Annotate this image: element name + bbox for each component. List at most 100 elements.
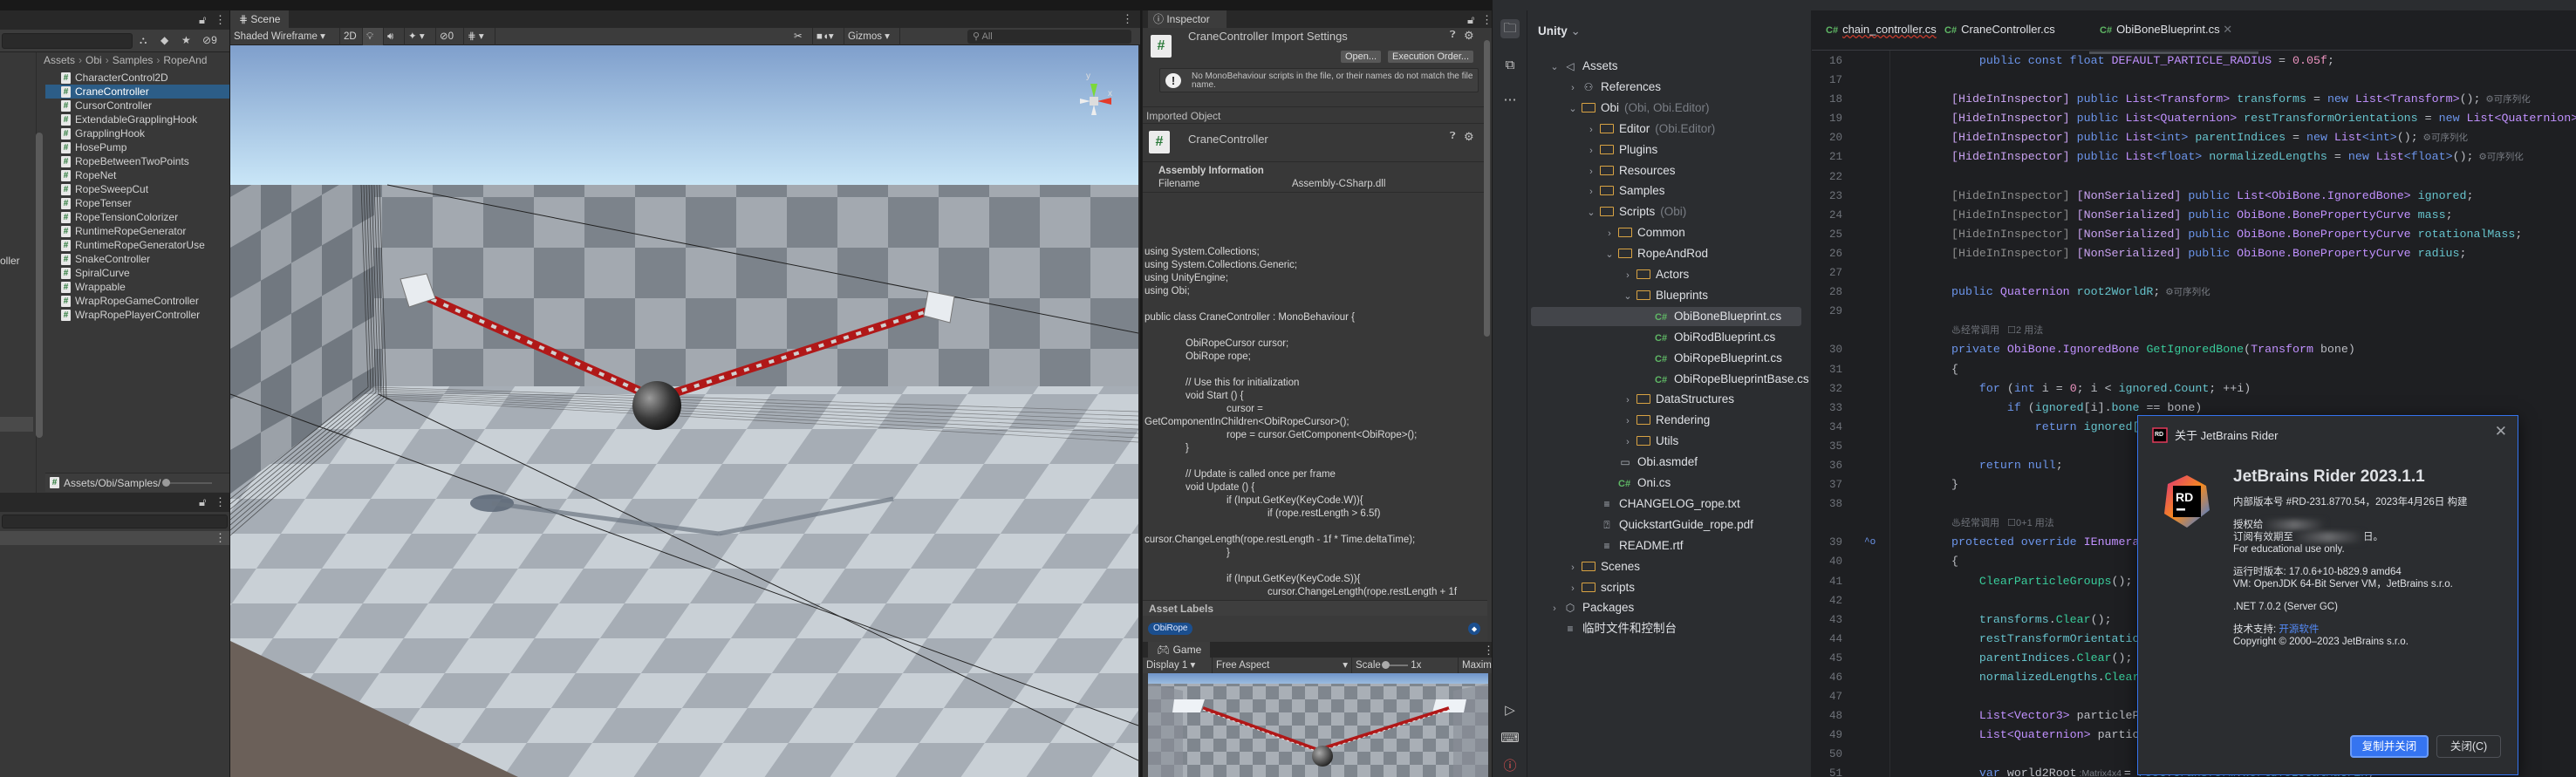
tree-item[interactable]: › ⚇ References <box>1531 78 1801 97</box>
terminal-icon[interactable]: ⌨ <box>1500 729 1520 748</box>
tree-item[interactable]: ⌄ ◁ Assets <box>1531 57 1801 76</box>
inspector-scrollbar[interactable] <box>1484 40 1490 337</box>
tree-item[interactable]: › Resources <box>1531 161 1801 181</box>
file-list-item[interactable]: # HosePump <box>45 140 229 154</box>
tag-icon[interactable]: ⬥ <box>1468 623 1480 635</box>
open-button[interactable]: Open... <box>1341 51 1382 63</box>
chevron-down-icon[interactable]: ⌄ <box>1548 58 1561 77</box>
file-list-item[interactable]: # ExtendableGrapplingHook <box>45 112 229 126</box>
more-tools-icon[interactable]: ⋯ <box>1500 91 1520 110</box>
chevron-right-icon[interactable]: › <box>1622 266 1634 285</box>
tab-inspector[interactable]: ⓘ Inspector <box>1148 10 1227 28</box>
file-list-item[interactable]: # RopeBetweenTwoPoints <box>45 154 229 168</box>
breadcrumb-item[interactable]: Obi <box>85 54 102 66</box>
chevron-right-icon[interactable]: › <box>1585 162 1597 181</box>
settings-gear-icon[interactable]: ⚙ <box>1464 130 1474 144</box>
execution-order-button[interactable]: Execution Order... <box>1388 51 1474 63</box>
tree-item[interactable]: ▭ Obi.asmdef <box>1531 453 1801 472</box>
tree-item[interactable]: ⌄ Obi (Obi, Obi.Editor) <box>1531 99 1801 118</box>
tree-item[interactable]: C# Oni.cs <box>1531 474 1801 493</box>
chevron-right-icon[interactable]: › <box>1567 558 1579 577</box>
file-list-item[interactable]: # RopeTensionColorizer <box>45 210 229 224</box>
file-list-item[interactable]: # RopeNet <box>45 168 229 182</box>
tree-item[interactable]: C# ObiRodBlueprint.cs <box>1531 328 1801 347</box>
chevron-right-icon[interactable]: › <box>1622 412 1634 431</box>
chevron-down-icon[interactable]: ⌄ <box>1603 245 1616 264</box>
tree-item[interactable]: › Editor (Obi.Editor) <box>1531 119 1801 139</box>
tools-icon[interactable]: ✂︎ <box>790 28 813 45</box>
tree-item[interactable]: ⌄ Scripts (Obi) <box>1531 202 1801 222</box>
editor-tab[interactable]: C# CraneController.cs <box>1944 23 2055 36</box>
lock-icon[interactable]: 🔓︎ <box>199 495 206 509</box>
scale-slider[interactable]: Scale 1x <box>1352 658 1459 673</box>
tree-item[interactable]: › Scenes <box>1531 557 1801 576</box>
project-search-input[interactable] <box>2 33 133 49</box>
scene-search-input[interactable]: ⚲ All <box>967 30 1131 44</box>
icon-size-slider[interactable] <box>162 478 213 487</box>
file-list-item[interactable]: # RopeTenser <box>45 196 229 210</box>
tree-item[interactable]: ≡ README.rtf <box>1531 536 1801 555</box>
audio-toggle-icon[interactable]: 🔊︎ <box>384 28 405 45</box>
chevron-right-icon[interactable]: › <box>1603 224 1616 243</box>
chevron-right-icon[interactable]: › <box>1622 391 1634 410</box>
tree-item[interactable]: ≡ CHANGELOG_rope.txt <box>1531 494 1801 514</box>
shading-mode-dropdown[interactable]: Shaded Wireframe ▾ <box>230 28 340 45</box>
open-source-link[interactable]: 开源软件 <box>2279 624 2319 635</box>
file-list-item[interactable]: # WrapRopeGameController <box>45 294 229 308</box>
chevron-right-icon[interactable]: › <box>1622 433 1634 452</box>
tree-item[interactable]: C# ObiBoneBlueprint.cs <box>1531 306 1801 326</box>
grid-toggle-icon[interactable]: ⋕ ▾ <box>464 28 495 45</box>
orientation-gizmo[interactable]: y x <box>1075 72 1113 120</box>
display-dropdown[interactable]: Display 1 ▾ <box>1143 658 1213 673</box>
aspect-dropdown[interactable]: Free Aspect ▾ <box>1213 658 1352 673</box>
favorites-star-icon[interactable]: ★ <box>181 34 191 46</box>
editor-tab[interactable]: C# ObiBoneBlueprint.cs ✕ <box>2088 23 2259 54</box>
help-icon[interactable]: ❓︎ <box>1450 131 1456 142</box>
folder-tree-selected-row[interactable] <box>0 417 33 432</box>
code-vision-hint[interactable]: ♨经常调用 ☐0+1 用法 <box>1951 518 2054 528</box>
more-menu-icon[interactable]: ⋮ <box>1122 12 1133 26</box>
toggle-2d-button[interactable]: 2D <box>340 28 363 45</box>
settings-gear-icon[interactable]: ⚙ <box>1464 29 1474 43</box>
tree-item[interactable]: ⍰ QuickstartGuide_rope.pdf <box>1531 515 1801 535</box>
chevron-down-icon[interactable]: ⌄ <box>1585 203 1597 222</box>
tree-item[interactable]: ≡ 临时文件和控制台 <box>1531 619 1801 638</box>
maximize-toggle[interactable]: Maxim <box>1459 658 1493 673</box>
file-list-item[interactable]: # RuntimeRopeGeneratorUse <box>45 238 229 252</box>
tree-item[interactable]: › DataStructures <box>1531 390 1801 409</box>
tree-item[interactable]: C# ObiRopeBlueprint.cs <box>1531 349 1801 368</box>
tab-scene[interactable]: ⋕ Scene <box>230 10 290 28</box>
chevron-down-icon[interactable]: ⌄ <box>1622 287 1634 306</box>
file-list-item[interactable]: # WrapRopePlayerController <box>45 308 229 322</box>
tree-item[interactable]: C# ObiRopeBlueprintBase.cs <box>1531 370 1809 389</box>
project-folder-icon[interactable]: 🗀 <box>1500 19 1520 38</box>
more-menu-icon[interactable]: ⋮ <box>215 531 226 545</box>
create-filter-icon[interactable]: ⛬ <box>140 34 147 47</box>
asset-label-chip[interactable]: ObiRope <box>1148 623 1193 635</box>
tree-item[interactable]: › scripts <box>1531 578 1801 597</box>
chevron-right-icon[interactable]: › <box>1585 120 1597 140</box>
code-vision-hint[interactable]: ♨经常调用 ☐2 用法 <box>1951 325 2043 336</box>
scene-render[interactable] <box>230 45 1138 777</box>
folder-tree-scrollbar[interactable] <box>36 133 43 438</box>
chevron-right-icon[interactable]: › <box>1548 599 1561 618</box>
chevron-right-icon[interactable]: › <box>1585 182 1597 201</box>
editor-tab[interactable]: C# chain_controller.cs <box>1826 23 1937 36</box>
tree-item[interactable]: › ⬡ Packages <box>1531 598 1801 617</box>
lock-icon[interactable]: 🔓︎ <box>199 13 206 27</box>
scene-viewport[interactable]: y x <box>230 45 1138 777</box>
file-list-item[interactable]: # RuntimeRopeGenerator <box>45 224 229 238</box>
structure-icon[interactable]: ⧉ <box>1500 56 1520 75</box>
tree-item[interactable]: › Plugins <box>1531 140 1801 160</box>
tree-item[interactable]: ⌄ Blueprints <box>1531 286 1801 305</box>
chevron-right-icon[interactable]: › <box>1585 141 1597 160</box>
chevron-down-icon[interactable]: ⌄ <box>1567 99 1579 119</box>
file-list-item[interactable]: # Wrappable <box>45 280 229 294</box>
breadcrumb-item[interactable]: Samples <box>113 54 154 66</box>
services-run-icon[interactable]: ▷ <box>1500 701 1520 720</box>
file-list-item[interactable]: # SpiralCurve <box>45 266 229 280</box>
tree-item[interactable]: › Utils <box>1531 432 1801 451</box>
gizmos-dropdown[interactable]: Gizmos ▾ <box>844 28 900 45</box>
console-search-input[interactable] <box>2 515 228 528</box>
chevron-right-icon[interactable]: › <box>1567 579 1579 598</box>
